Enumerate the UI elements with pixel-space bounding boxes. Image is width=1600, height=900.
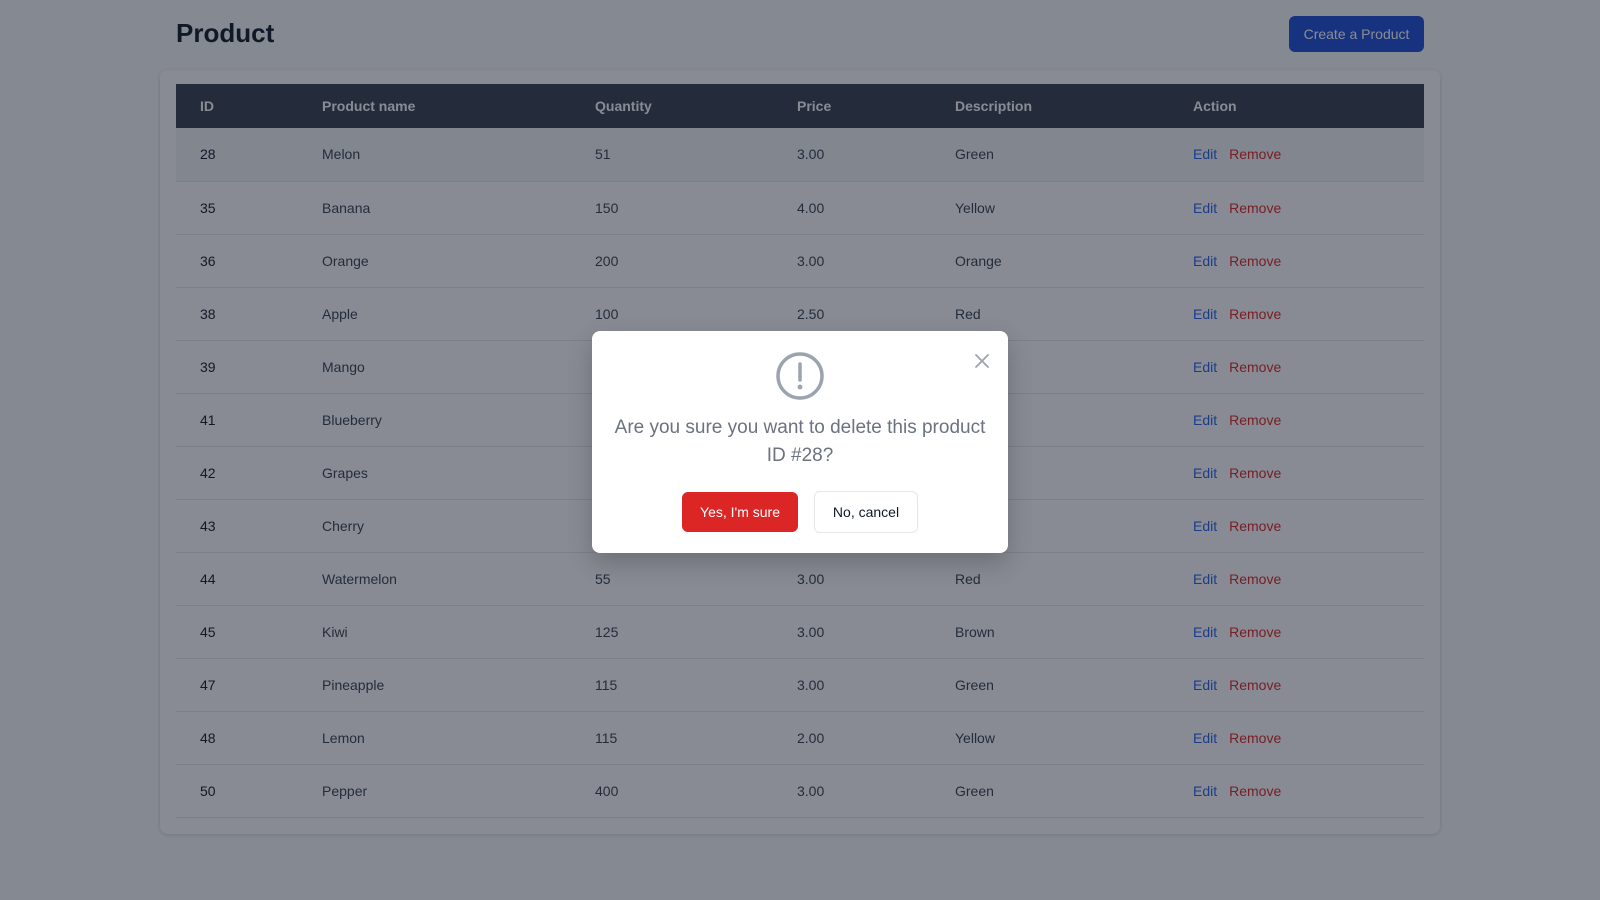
close-icon[interactable] [970,349,994,373]
product-page: Product Create a Product ID Product name… [0,0,1600,900]
modal-message: Are you sure you want to delete this pro… [614,417,986,466]
exclamation-circle-icon [776,352,824,400]
confirm-delete-button[interactable]: Yes, I'm sure [682,492,798,532]
cancel-button[interactable]: No, cancel [814,491,918,533]
